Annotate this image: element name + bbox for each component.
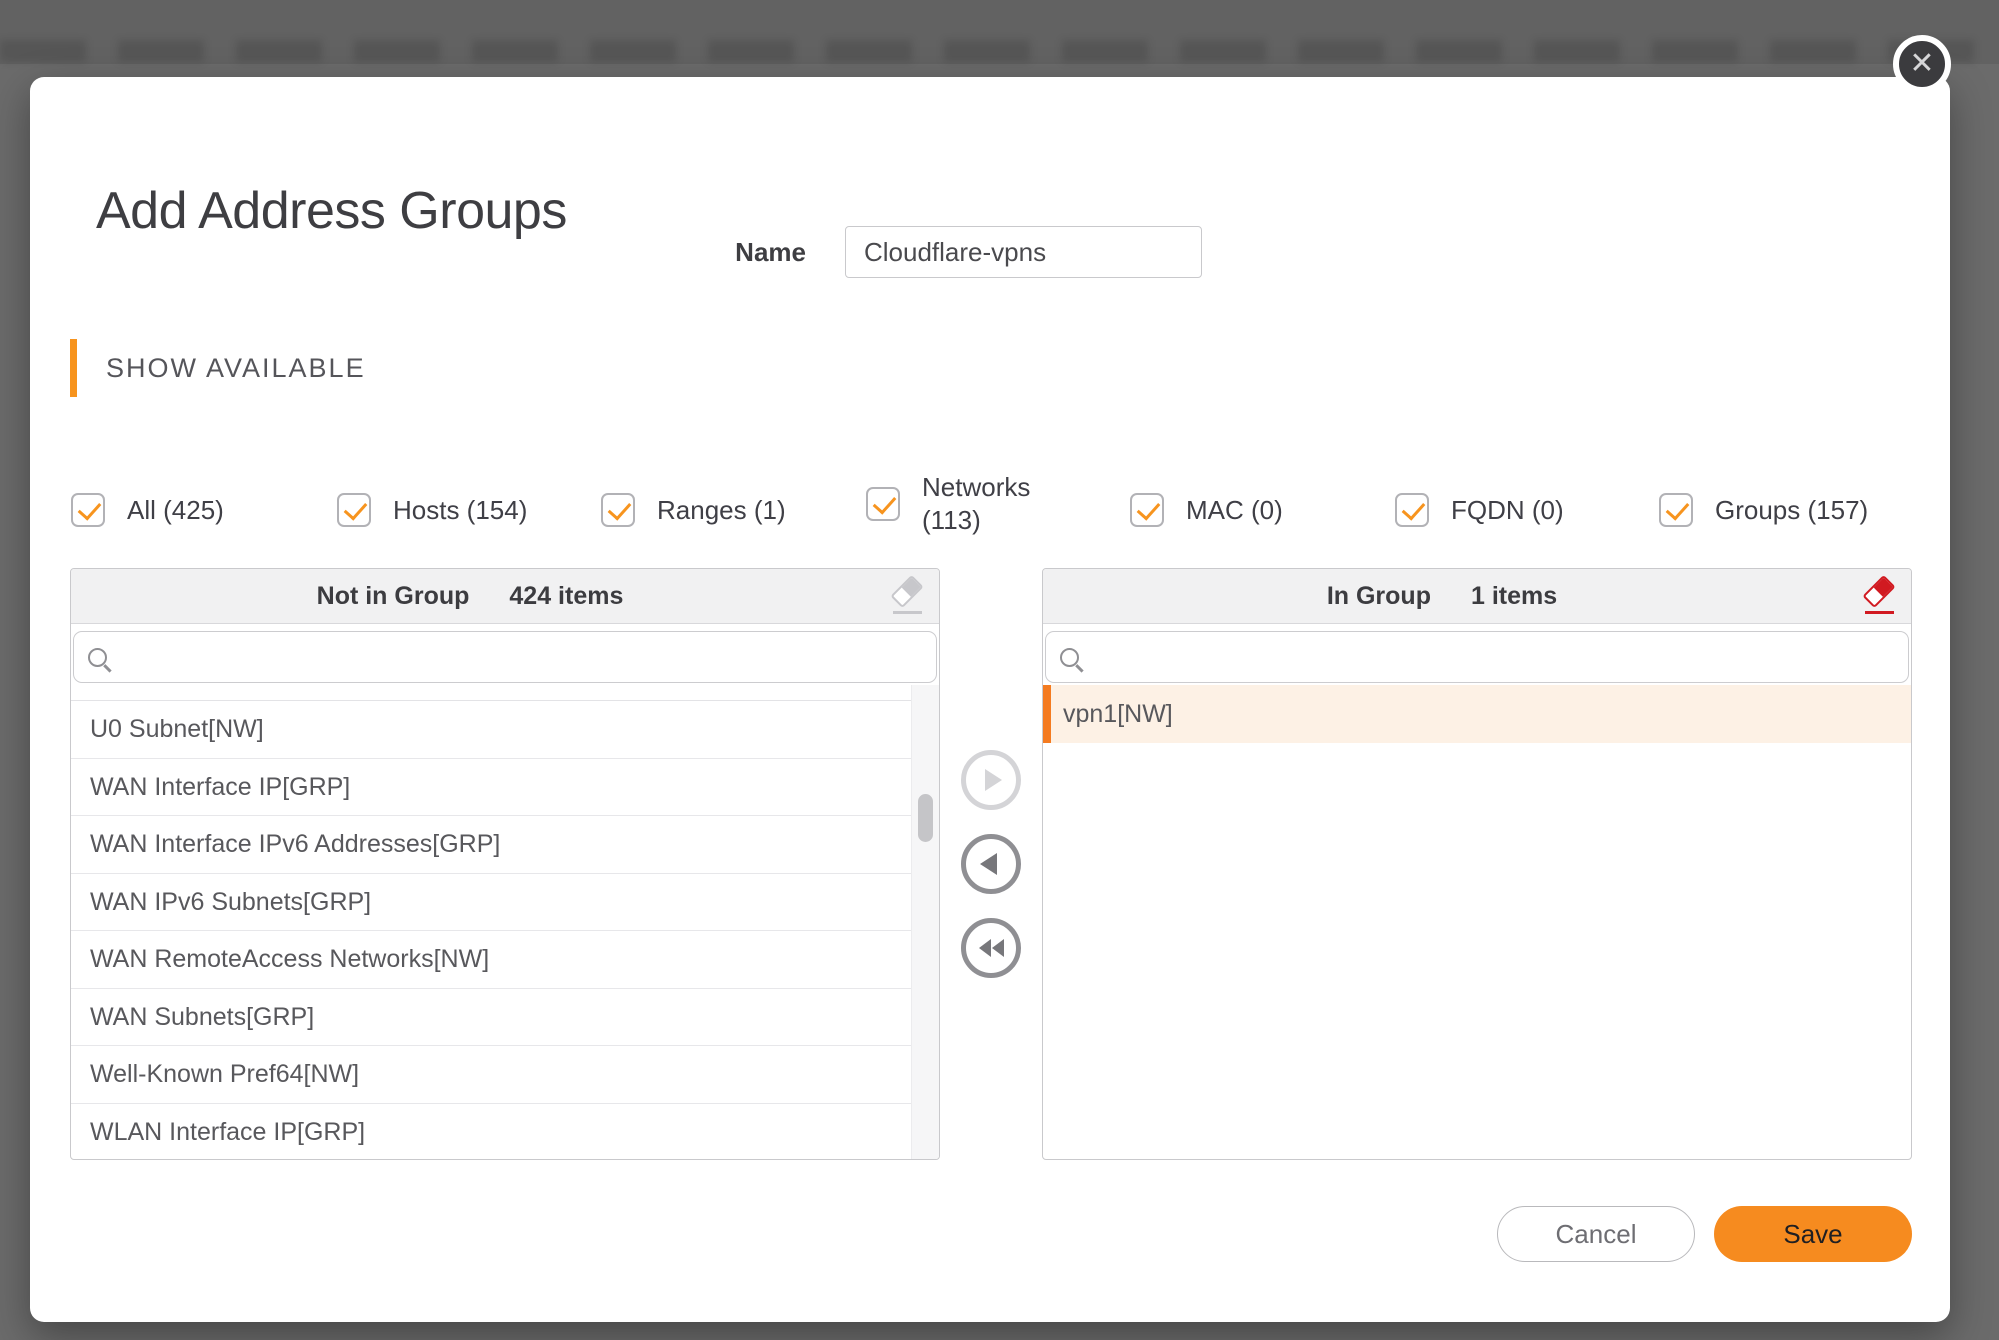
scrollbar-track[interactable] <box>911 685 939 1159</box>
checkbox-checked-icon[interactable] <box>1130 493 1164 527</box>
search-icon <box>1060 648 1079 667</box>
filter-checkbox-item[interactable]: MAC (0) <box>1130 493 1283 527</box>
list-item[interactable]: U0 Subnet[NW] <box>71 701 911 759</box>
filter-checkbox-item[interactable]: FQDN (0) <box>1395 493 1564 527</box>
arrow-left-icon <box>980 853 997 875</box>
cancel-button[interactable]: Cancel <box>1497 1206 1695 1262</box>
panel-title: In Group <box>1327 582 1431 611</box>
panel-title: Not in Group <box>317 582 470 611</box>
scrollbar-thumb[interactable] <box>918 794 933 842</box>
not-in-group-search <box>73 631 937 683</box>
list-item[interactable]: Well-Known Pref64[NW] <box>71 1046 911 1104</box>
checkbox-checked-icon[interactable] <box>337 493 371 527</box>
filter-checkbox-item[interactable]: Networks(113) <box>866 471 1030 537</box>
close-icon: ✕ <box>1909 49 1934 79</box>
filter-label: MAC (0) <box>1186 494 1283 527</box>
move-all-left-button[interactable] <box>961 918 1021 978</box>
in-group-panel: In Group 1 items vpn1[NW] <box>1042 568 1912 1160</box>
not-in-group-header: Not in Group 424 items <box>71 569 939 624</box>
eraser-icon-underline <box>893 611 922 614</box>
add-address-groups-dialog: Add Address Groups Name SHOW AVAILABLE A… <box>30 77 1950 1322</box>
dialog-title: Add Address Groups <box>96 181 567 241</box>
search-box <box>1045 631 1909 683</box>
in-group-search <box>1045 631 1909 683</box>
not-in-group-list: U0 Subnet[NW]WAN Interface IP[GRP]WAN In… <box>71 685 911 1159</box>
move-left-button[interactable] <box>961 834 1021 894</box>
list-item[interactable]: WLAN Interface IP[GRP] <box>71 1104 911 1160</box>
not-in-group-panel: Not in Group 424 items U0 Subnet[NW]WAN … <box>70 568 940 1160</box>
eraser-icon <box>890 575 923 608</box>
section-label: SHOW AVAILABLE <box>106 353 366 384</box>
clear-selection-button[interactable] <box>889 577 927 617</box>
checkbox-checked-icon[interactable] <box>1659 493 1693 527</box>
type-filter-row: All (425) Hosts (154) Ranges (1) Network… <box>30 493 1950 533</box>
filter-checkbox-item[interactable]: Groups (157) <box>1659 493 1868 527</box>
show-available-section: SHOW AVAILABLE <box>70 339 366 397</box>
name-input[interactable] <box>845 226 1202 278</box>
list-row-partial <box>71 685 911 701</box>
double-arrow-left-icon <box>979 939 991 957</box>
search-box <box>73 631 937 683</box>
search-input[interactable] <box>119 643 922 672</box>
filter-checkbox-item[interactable]: All (425) <box>71 493 224 527</box>
filter-checkbox-item[interactable]: Hosts (154) <box>337 493 527 527</box>
filter-label: Networks(113) <box>922 471 1030 537</box>
in-group-header: In Group 1 items <box>1043 569 1911 624</box>
screen: { "colors":{ "accent":"#F7941E", "select… <box>0 0 1999 1340</box>
list-item[interactable]: WAN Interface IPv6 Addresses[GRP] <box>71 816 911 874</box>
section-accent-bar <box>70 339 77 397</box>
panel-item-count: 1 items <box>1471 582 1557 611</box>
dimmed-page-tabs <box>0 40 1999 62</box>
filter-label: FQDN (0) <box>1451 494 1564 527</box>
filter-label: Ranges (1) <box>657 494 786 527</box>
filter-label: Hosts (154) <box>393 494 527 527</box>
eraser-icon <box>1862 575 1895 608</box>
filter-checkbox-item[interactable]: Ranges (1) <box>601 493 786 527</box>
search-icon <box>88 648 107 667</box>
list-item[interactable]: WAN Interface IP[GRP] <box>71 759 911 817</box>
list-item[interactable]: WAN Subnets[GRP] <box>71 989 911 1047</box>
filter-label: Groups (157) <box>1715 494 1868 527</box>
eraser-icon-underline <box>1865 611 1894 614</box>
list-item[interactable]: WAN RemoteAccess Networks[NW] <box>71 931 911 989</box>
selected-list-item[interactable]: vpn1[NW] <box>1043 685 1911 743</box>
search-input[interactable] <box>1091 643 1894 672</box>
list-item[interactable]: WAN IPv6 Subnets[GRP] <box>71 874 911 932</box>
double-arrow-left-icon-2 <box>992 939 1004 957</box>
panel-item-count: 424 items <box>509 582 623 611</box>
name-label: Name <box>630 226 806 278</box>
in-group-list: vpn1[NW] <box>1043 685 1911 1159</box>
checkbox-checked-icon[interactable] <box>601 493 635 527</box>
transfer-button-column <box>940 568 1042 1160</box>
checkbox-checked-icon[interactable] <box>71 493 105 527</box>
checkbox-checked-icon[interactable] <box>1395 493 1429 527</box>
remove-all-button[interactable] <box>1861 577 1899 617</box>
close-button[interactable]: ✕ <box>1893 35 1951 93</box>
arrow-right-icon <box>985 769 1002 791</box>
move-right-button[interactable] <box>961 750 1021 810</box>
save-button[interactable]: Save <box>1714 1206 1912 1262</box>
checkbox-checked-icon[interactable] <box>866 487 900 521</box>
filter-label: All (425) <box>127 494 224 527</box>
